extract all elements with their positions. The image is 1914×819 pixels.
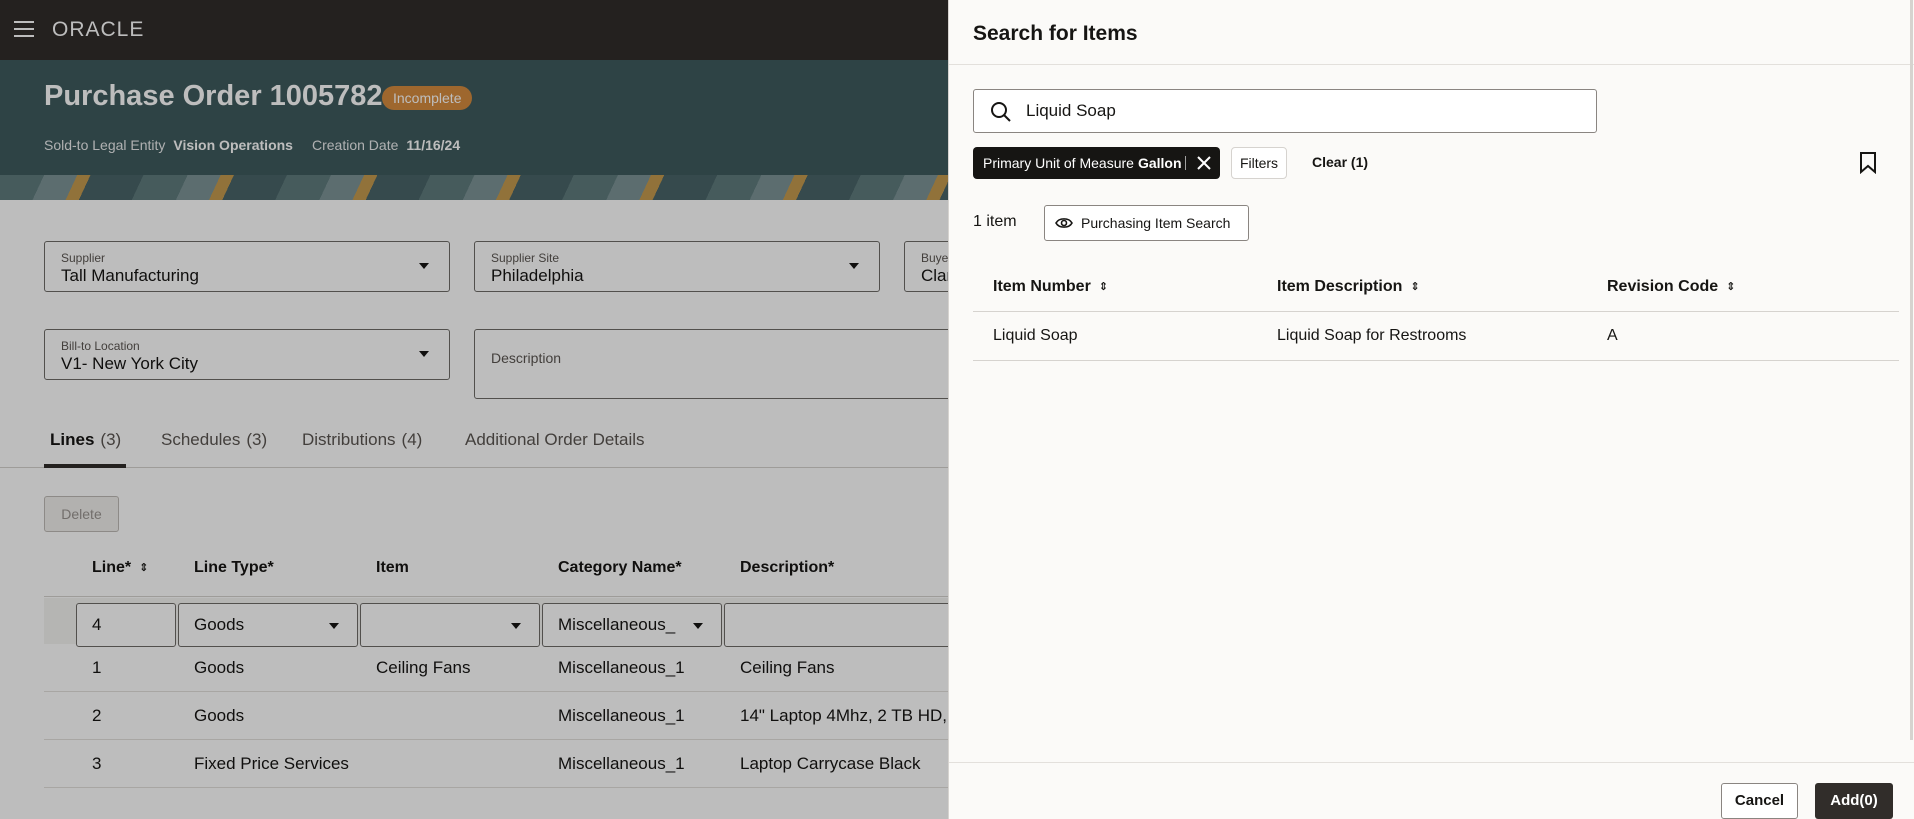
result-count: 1 item (973, 213, 1017, 230)
search-icon (991, 102, 1011, 122)
scrollbar[interactable] (1910, 0, 1913, 740)
purchasing-item-search-button[interactable]: Purchasing Item Search (1044, 205, 1249, 241)
revision-code-cell: A (1607, 327, 1618, 344)
divider (1185, 156, 1186, 170)
filter-chip-primary-uom[interactable]: Primary Unit of Measure Gallon (973, 147, 1220, 179)
eye-icon (1055, 218, 1073, 228)
sort-icon[interactable]: ⇕ (1099, 281, 1109, 292)
table-row[interactable]: Liquid Soap Liquid Soap for Restrooms A (973, 313, 1899, 361)
purchasing-item-search-label: Purchasing Item Search (1081, 215, 1231, 231)
divider (949, 762, 1914, 763)
filters-button[interactable]: Filters (1231, 147, 1287, 179)
column-header-item-number[interactable]: Item Number ⇕ (993, 278, 1109, 296)
results-table-header: Item Number ⇕ Item Description ⇕ Revision … (973, 266, 1899, 312)
search-items-drawer: Search for Items Primary Unit of Measure… (948, 0, 1914, 819)
close-icon[interactable] (1196, 155, 1212, 171)
item-number-cell: Liquid Soap (993, 327, 1078, 344)
filter-chip-label: Primary Unit of Measure (983, 155, 1134, 171)
search-field[interactable] (973, 89, 1597, 133)
modal-scrim[interactable] (0, 0, 948, 819)
sort-icon[interactable]: ⇕ (1410, 281, 1420, 292)
clear-filters-button[interactable]: Clear (1) (1312, 154, 1368, 170)
drawer-title: Search for Items (973, 22, 1138, 45)
add-button[interactable]: Add(0) (1815, 783, 1893, 819)
filter-chip-value: Gallon (1137, 155, 1182, 171)
divider (949, 64, 1914, 65)
column-header-item-description[interactable]: Item Description ⇕ (1277, 278, 1420, 296)
search-input[interactable] (1026, 90, 1586, 132)
item-description-cell: Liquid Soap for Restrooms (1277, 327, 1467, 344)
sort-icon[interactable]: ⇕ (1726, 281, 1736, 292)
bookmark-icon[interactable] (1859, 152, 1877, 174)
cancel-button[interactable]: Cancel (1721, 783, 1798, 819)
column-header-revision-code[interactable]: Revision Code ⇕ (1607, 278, 1736, 296)
